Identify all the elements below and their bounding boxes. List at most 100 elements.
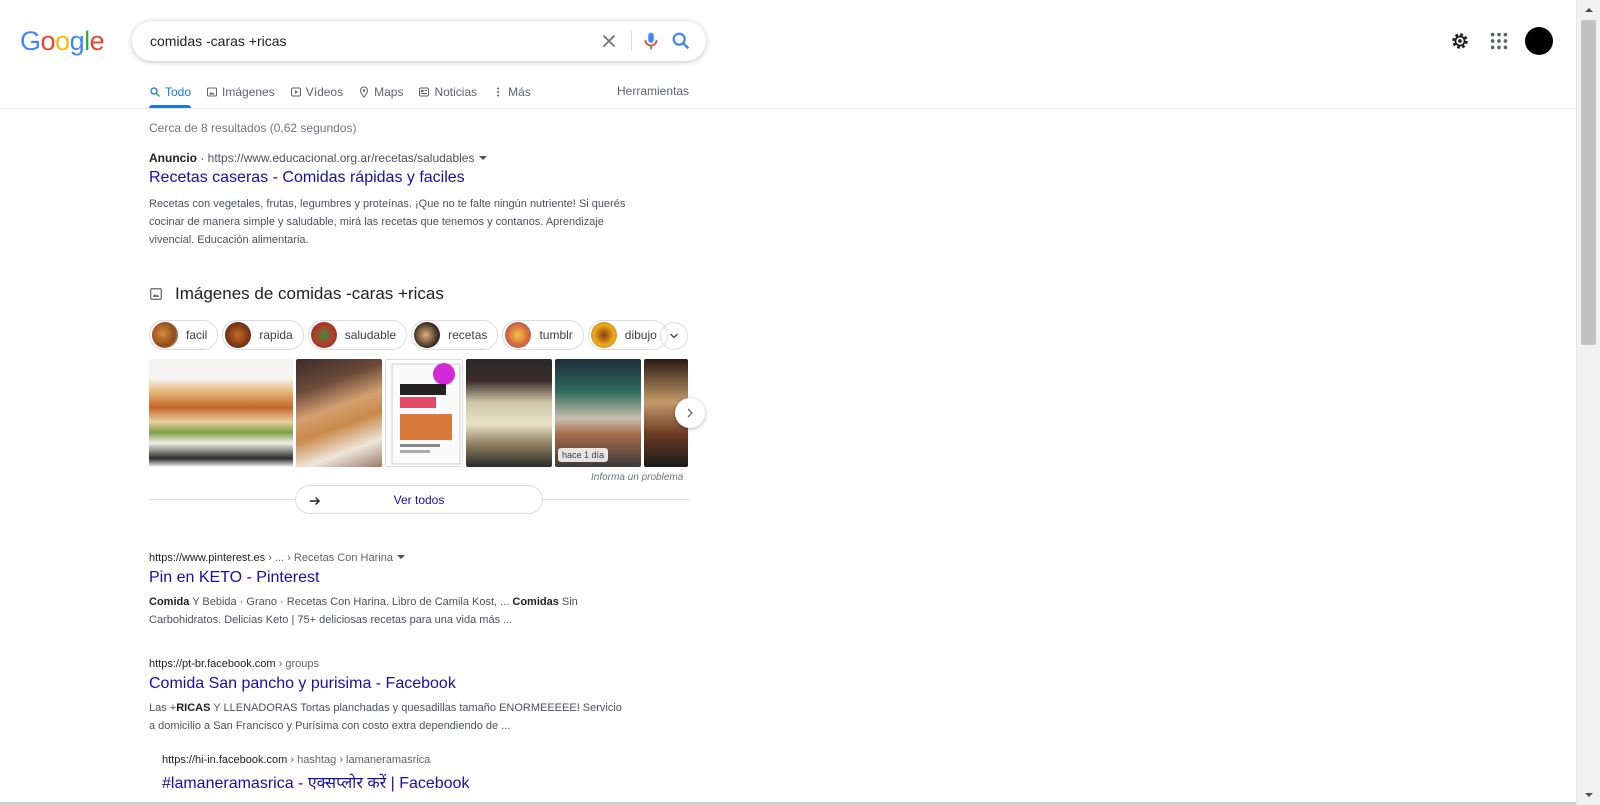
chip-rapida[interactable]: rapida xyxy=(222,320,304,350)
chip-thumbnail xyxy=(225,322,252,348)
result-path: › ... › Recetas Con Harina xyxy=(265,552,393,564)
logo-letter: o xyxy=(40,26,56,56)
tab-label: Vídeos xyxy=(305,85,344,99)
chip-tumblr[interactable]: tumblr xyxy=(502,320,584,350)
image-result[interactable] xyxy=(385,359,463,467)
chip-saludable[interactable]: saludable xyxy=(307,320,408,350)
image-filter-chips: facil rapida saludable recetas tumblr di… xyxy=(149,320,668,350)
caret-down-icon[interactable] xyxy=(396,553,406,561)
arrow-right-icon xyxy=(309,497,321,505)
search-result: https://www.pinterest.es › ... › Recetas… xyxy=(149,552,629,629)
more-vert-icon xyxy=(497,87,500,97)
logo-letter: e xyxy=(89,26,105,56)
report-problem-link[interactable]: Informa un problema xyxy=(591,472,683,483)
chip-label: rapida xyxy=(259,328,293,342)
chip-label: facil xyxy=(186,328,208,342)
chip-label: tumblr xyxy=(539,328,573,342)
chip-thumbnail xyxy=(310,322,337,348)
image-icon xyxy=(150,288,162,300)
chip-label: saludable xyxy=(344,328,397,342)
ad-url[interactable]: https://www.educacional.org.ar/recetas/s… xyxy=(208,151,475,165)
vertical-scrollbar[interactable] xyxy=(1576,0,1600,805)
result-citation[interactable]: https://www.pinterest.es › ... › Recetas… xyxy=(149,552,629,564)
image-result[interactable] xyxy=(149,359,293,467)
chip-label: dibujo xyxy=(624,328,657,342)
chip-facil[interactable]: facil xyxy=(149,320,219,350)
result-citation[interactable]: https://pt-br.facebook.com › groups xyxy=(149,658,629,670)
chip-dibujo[interactable]: dibujo xyxy=(587,320,668,350)
result-site: https://hi-in.facebook.com xyxy=(162,754,288,766)
logo-letter: o xyxy=(55,26,70,56)
tab-videos[interactable]: Vídeos xyxy=(290,82,343,102)
result-path: › hashtag › lamaneramasrica xyxy=(287,754,431,766)
search-tabs: Todo Imágenes Vídeos Maps Noticias Más xyxy=(149,82,546,108)
image-result[interactable] xyxy=(296,359,382,467)
tools-button[interactable]: Herramientas xyxy=(617,84,689,98)
tab-label: Maps xyxy=(374,85,404,99)
microphone-icon[interactable] xyxy=(640,30,662,52)
result-title-link[interactable]: Pin en KETO - Pinterest xyxy=(149,569,629,587)
images-heading: Imágenes de comidas -caras +ricas xyxy=(149,284,444,304)
image-results-strip: hace 1 día xyxy=(149,359,689,467)
tab-maps[interactable]: Maps xyxy=(358,82,403,102)
result-title-link[interactable]: Comida San pancho y purisima - Facebook xyxy=(149,675,629,693)
image-result[interactable] xyxy=(466,359,552,467)
recent-badge: hace 1 día xyxy=(558,448,609,462)
tab-label: Imágenes xyxy=(222,85,275,99)
result-title-link[interactable]: #lamaneramasrica - एक्सप्लोर करें | Face… xyxy=(162,771,642,793)
see-all-label: Ver todos xyxy=(393,492,445,507)
search-result-indented: https://hi-in.facebook.com › hashtag › l… xyxy=(162,754,642,793)
image-result[interactable]: hace 1 día xyxy=(555,359,641,467)
image-icon xyxy=(207,87,218,97)
result-path: › groups xyxy=(275,658,319,670)
book-cover-graphic xyxy=(391,363,461,465)
logo-letter: G xyxy=(20,26,41,56)
tab-label: Noticias xyxy=(434,85,478,99)
scroll-up-arrow-icon[interactable] xyxy=(1585,6,1593,14)
header-divider xyxy=(0,108,1576,109)
result-citation[interactable]: https://hi-in.facebook.com › hashtag › l… xyxy=(162,754,642,766)
news-icon xyxy=(419,87,430,97)
play-icon xyxy=(290,87,301,97)
search-divider xyxy=(631,31,632,51)
ad-description: Recetas con vegetales, frutas, legumbres… xyxy=(149,198,626,246)
chip-thumbnail xyxy=(152,322,178,348)
scrollbar-thumb[interactable] xyxy=(1581,20,1596,345)
clear-icon[interactable] xyxy=(598,30,620,52)
tab-label: Todo xyxy=(165,85,192,99)
chip-thumbnail xyxy=(590,322,617,348)
chip-thumbnail xyxy=(505,322,532,348)
chip-recetas[interactable]: recetas xyxy=(411,320,499,350)
chip-label: recetas xyxy=(448,328,488,342)
scroll-down-arrow-icon[interactable] xyxy=(1585,791,1593,799)
apps-grid-icon[interactable] xyxy=(1488,30,1510,52)
result-description: Comida Y Bebida · Grano · Recetas Con Ha… xyxy=(149,596,578,626)
search-result: https://pt-br.facebook.com › groups Comi… xyxy=(149,658,629,735)
result-site: https://www.pinterest.es xyxy=(149,552,266,564)
ad-title-link[interactable]: Recetas caseras - Comidas rápidas y faci… xyxy=(149,169,629,187)
search-icon[interactable] xyxy=(670,30,692,52)
gear-icon[interactable] xyxy=(1449,30,1471,52)
logo-letter: g xyxy=(69,26,85,56)
chips-expand-button[interactable] xyxy=(660,322,688,350)
result-site: https://pt-br.facebook.com xyxy=(149,658,276,670)
google-logo[interactable]: Google xyxy=(20,26,105,57)
caret-down-icon[interactable] xyxy=(478,154,488,162)
search-icon xyxy=(150,87,161,98)
search-input[interactable]: comidas -caras +ricas xyxy=(150,33,287,49)
tab-label: Más xyxy=(508,85,531,99)
see-all-button[interactable]: Ver todos xyxy=(295,485,543,514)
search-box[interactable]: comidas -caras +ricas xyxy=(132,21,706,61)
images-heading-text[interactable]: Imágenes de comidas -caras +ricas xyxy=(175,284,444,304)
tab-images[interactable]: Imágenes xyxy=(206,82,275,102)
tab-more[interactable]: Más xyxy=(492,82,531,102)
tab-news[interactable]: Noticias xyxy=(418,82,477,102)
result-description: Las +RICAS Y LLENADORAS Tortas planchada… xyxy=(149,702,622,732)
avatar[interactable] xyxy=(1525,27,1553,55)
ad-badge: Anuncio xyxy=(149,151,197,165)
results-count: Cerca de 8 resultados (0,62 segundos) xyxy=(149,121,357,135)
ad-result: Anuncio · https://www.educacional.org.ar… xyxy=(149,151,629,249)
chevron-down-icon xyxy=(670,333,678,339)
tab-todo[interactable]: Todo xyxy=(149,82,192,108)
next-images-button[interactable] xyxy=(675,398,705,428)
